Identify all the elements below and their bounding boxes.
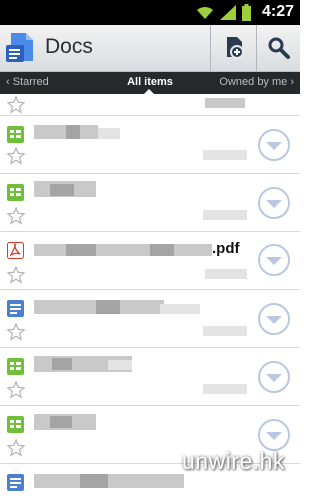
star-icon[interactable] <box>7 207 25 225</box>
blurred-filename <box>34 474 184 488</box>
blurred-date <box>205 269 247 279</box>
star-icon[interactable] <box>7 266 25 284</box>
tab-bar: ‹ Starred All items Owned by me › <box>0 72 300 95</box>
header-divider <box>210 25 211 71</box>
blurred-filename <box>50 416 72 428</box>
search-icon <box>268 37 290 59</box>
blurred-filename <box>52 358 72 370</box>
blurred-date <box>203 210 247 220</box>
blurred-filename <box>98 128 120 139</box>
document-icon <box>7 474 24 491</box>
spreadsheet-icon <box>7 358 24 375</box>
status-time: 4:27 <box>261 3 294 20</box>
signal-icon <box>220 5 236 20</box>
list-item[interactable]: .pdf <box>0 232 300 290</box>
blurred-filename <box>34 244 212 256</box>
spreadsheet-icon <box>7 126 24 143</box>
spreadsheet-icon <box>7 416 24 433</box>
chevron-down-icon[interactable] <box>257 418 291 452</box>
blurred-date <box>203 150 247 160</box>
blurred-date <box>203 384 247 394</box>
spreadsheet-icon <box>7 184 24 201</box>
chevron-down-icon[interactable] <box>257 128 291 162</box>
blurred-date <box>205 98 245 108</box>
new-document-button[interactable] <box>212 25 256 71</box>
chevron-down-icon[interactable] <box>257 302 291 336</box>
star-icon[interactable] <box>7 96 25 114</box>
star-icon[interactable] <box>7 381 25 399</box>
tab-owned-by-me[interactable]: Owned by me › <box>219 76 294 88</box>
battery-icon <box>242 4 251 21</box>
blurred-filename <box>50 184 74 196</box>
star-icon[interactable] <box>7 147 25 165</box>
file-name: .pdf <box>212 240 240 257</box>
list-item[interactable] <box>0 348 300 406</box>
docs-logo-icon[interactable] <box>6 32 36 64</box>
blurred-date <box>203 326 247 336</box>
blurred-filename <box>150 244 174 256</box>
list-item[interactable] <box>0 290 300 348</box>
blurred-filename <box>80 474 108 488</box>
app-title: Docs <box>45 35 93 58</box>
chevron-down-icon[interactable] <box>257 360 291 394</box>
list-item[interactable] <box>0 94 300 116</box>
star-icon[interactable] <box>7 323 25 341</box>
chevron-down-icon[interactable] <box>257 243 291 277</box>
blurred-filename <box>96 300 120 314</box>
new-document-icon <box>227 37 244 59</box>
watermark: unwire.hk <box>182 448 285 474</box>
blurred-filename <box>160 304 200 314</box>
star-icon[interactable] <box>7 439 25 457</box>
pdf-icon <box>7 242 24 259</box>
list-item[interactable] <box>0 174 300 232</box>
search-button[interactable] <box>257 25 301 71</box>
blurred-filename <box>66 125 80 139</box>
list-item[interactable] <box>0 116 300 174</box>
app-bar: Docs <box>0 25 300 72</box>
document-icon <box>7 300 24 317</box>
blurred-filename <box>108 360 132 370</box>
blurred-filename <box>66 244 96 256</box>
wifi-icon <box>197 6 213 19</box>
file-list: .pdf <box>0 94 300 500</box>
chevron-down-icon[interactable] <box>257 186 291 220</box>
status-bar: 4:27 <box>0 0 300 25</box>
